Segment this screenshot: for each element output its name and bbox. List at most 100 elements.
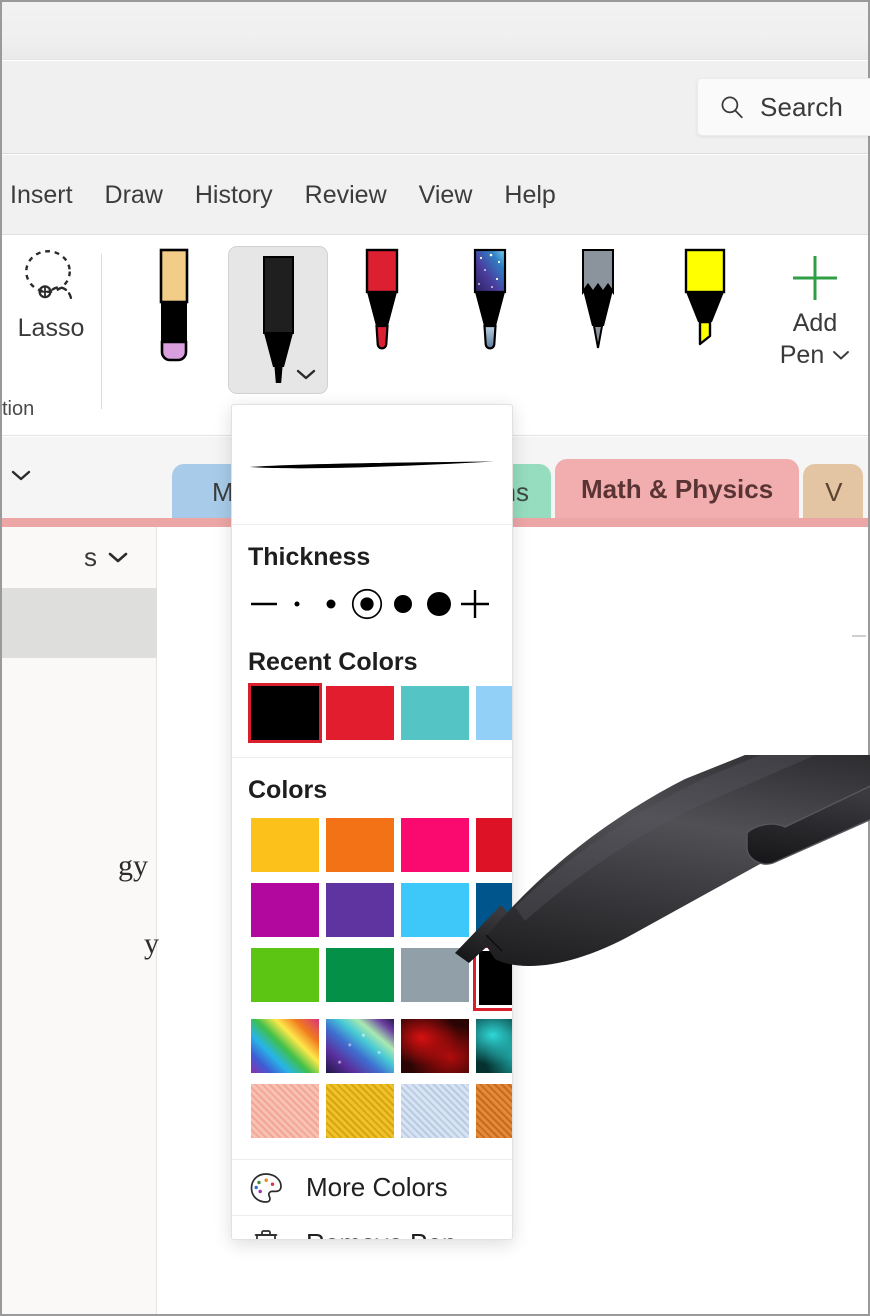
color-swatch-galaxy[interactable] [323, 1016, 397, 1076]
section-tab-math-and-physics[interactable]: Math & Physics [555, 459, 800, 520]
trash-icon [254, 1229, 278, 1239]
color-swatch-black-selected[interactable] [473, 945, 512, 1011]
pen-item-black-pen[interactable] [228, 246, 328, 394]
color-swatch-rainbow[interactable] [248, 1016, 322, 1076]
add-pen-label-line2: Pen [779, 341, 825, 369]
color-swatch-dark-red[interactable] [398, 1016, 472, 1076]
swatch-fill [326, 818, 394, 872]
more-colors-menu-item[interactable]: More Colors [232, 1159, 512, 1215]
color-swatch-orange[interactable] [323, 815, 397, 875]
thickness-level-5[interactable] [420, 582, 458, 626]
pen-gallery: Add Pen [120, 246, 870, 396]
scrollbar-tick[interactable] [852, 635, 866, 637]
chevron-down-icon[interactable] [107, 550, 129, 564]
swatch-fill [326, 1084, 394, 1138]
search-placeholder: Search [760, 91, 843, 122]
recent-colors-section: Recent Colors [232, 648, 512, 743]
pen-options-flyout: Thickness Recent Colors Colors More Colo… [231, 404, 513, 1240]
color-swatch-pencil-salmon[interactable] [248, 1081, 322, 1141]
color-swatch-teal-texture[interactable] [473, 1016, 512, 1076]
recent-color-swatch-light-blue[interactable] [473, 683, 512, 743]
thickness-dot-icon [326, 599, 336, 609]
thickness-level-2[interactable] [314, 582, 348, 626]
thickness-increase-button[interactable] [458, 582, 492, 626]
swatch-fill [326, 883, 394, 937]
canvas-text-fragment-1: gy [118, 849, 148, 882]
color-swatch-light-green[interactable] [248, 945, 322, 1011]
ribbon-tab-view[interactable]: View [403, 155, 489, 235]
pen-item-galaxy-pen[interactable] [436, 246, 544, 396]
colors-row-1 [248, 815, 512, 875]
swatch-fill [251, 1084, 319, 1138]
add-pen-button[interactable]: Add Pen [760, 246, 870, 396]
recent-color-swatch-black[interactable] [248, 683, 322, 743]
color-swatch-gray[interactable] [398, 945, 472, 1011]
color-swatch-yellow[interactable] [248, 815, 322, 875]
add-pen-label-line1: Add [792, 309, 838, 337]
black-pen-icon [263, 256, 294, 383]
flyout-spacer [232, 1141, 512, 1159]
color-swatch-pencil-gold[interactable] [323, 1081, 397, 1141]
lasso-tool-button[interactable]: Lasso [2, 246, 100, 396]
pen-item-eraser[interactable] [120, 246, 228, 396]
swatch-fill [326, 948, 394, 1002]
color-swatch-pencil-light-blue[interactable] [398, 1081, 472, 1141]
ink-stroke-preview [232, 405, 512, 525]
canvas-text-fragment-2: y [144, 927, 159, 960]
ribbon-tab-history[interactable]: History [179, 155, 289, 235]
ribbon-tab-bar: Insert Draw History Review View Help [2, 155, 868, 235]
chevron-down-icon[interactable] [832, 349, 850, 361]
colors-grid [248, 811, 512, 1141]
color-swatch-dark-blue[interactable] [473, 880, 512, 940]
section-tab-label: Math & Physics [581, 474, 774, 504]
recent-colors-heading: Recent Colors [248, 648, 418, 676]
colors-row-5 [248, 1081, 512, 1141]
swatch-fill [401, 1084, 469, 1138]
thickness-level-4[interactable] [386, 582, 420, 626]
pen-item-red-pen[interactable] [328, 246, 436, 396]
color-swatch-purple[interactable] [323, 880, 397, 940]
page-list-header[interactable]: s [2, 527, 157, 587]
color-swatch-pencil-orange[interactable] [473, 1081, 512, 1141]
color-swatch-green[interactable] [323, 945, 397, 1011]
chevron-down-icon [11, 470, 30, 480]
color-swatch-red[interactable] [473, 815, 512, 875]
search-input[interactable]: Search [697, 78, 870, 136]
page-list-item-selected[interactable] [2, 588, 157, 658]
ribbon-tab-review[interactable]: Review [289, 155, 403, 235]
more-colors-label: More Colors [306, 1172, 448, 1202]
plus-icon [461, 590, 489, 618]
ribbon-tab-help[interactable]: Help [488, 155, 571, 235]
recent-color-swatch-red[interactable] [323, 683, 397, 743]
thickness-dot-icon [394, 595, 412, 613]
minus-icon [251, 602, 277, 606]
color-swatch-pink[interactable] [398, 815, 472, 875]
thickness-level-1[interactable] [280, 582, 314, 626]
recent-color-swatch-teal[interactable] [398, 683, 472, 743]
swatch-fill [476, 686, 512, 740]
thickness-heading: Thickness [248, 543, 371, 571]
section-tab-v[interactable]: V [803, 464, 864, 520]
add-pen-label-line2-row: Pen [780, 340, 850, 370]
pen-item-yellow-highlighter[interactable] [652, 246, 760, 396]
remove-pen-menu-item[interactable]: Remove Pen [232, 1215, 512, 1239]
stroke-preview-svg [250, 461, 494, 469]
title-bar [2, 2, 868, 60]
thickness-level-3-selected[interactable] [348, 582, 386, 626]
swatch-fill [326, 686, 394, 740]
color-swatch-cyan[interactable] [398, 880, 472, 940]
color-swatch-magenta[interactable] [248, 880, 322, 940]
recent-colors-row [248, 683, 512, 743]
ribbon-tab-insert[interactable]: Insert [2, 155, 89, 235]
plus-icon [793, 256, 837, 300]
page-list-sidebar: s [2, 527, 157, 1314]
thickness-dot-icon [294, 601, 300, 607]
ribbon-tab-draw[interactable]: Draw [89, 155, 179, 235]
notebook-picker[interactable]: ook [2, 459, 32, 490]
colors-row-2 [248, 880, 512, 940]
thickness-decrease-button[interactable] [248, 582, 280, 626]
flyout-divider [232, 757, 512, 758]
swatch-fill [476, 883, 512, 937]
pen-item-gray-pencil[interactable] [544, 246, 652, 396]
chevron-down-icon[interactable] [295, 367, 317, 381]
